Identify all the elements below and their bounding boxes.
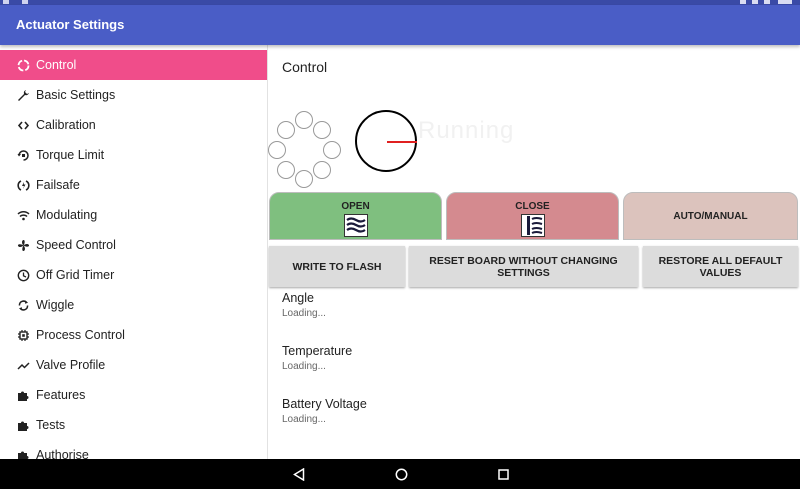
- sidebar-item-label: Off Grid Timer: [36, 268, 115, 282]
- open-button[interactable]: OPEN: [269, 192, 442, 240]
- sidebar-item-control[interactable]: Control: [0, 50, 267, 80]
- puzzle-icon: [16, 448, 30, 459]
- auto-manual-button-label: AUTO/MANUAL: [673, 211, 748, 222]
- sidebar-item-label: Features: [36, 388, 86, 402]
- battery-voltage-value: Loading...: [282, 414, 326, 425]
- sidebar-item-calibration[interactable]: Calibration: [0, 110, 267, 140]
- wifi-icon: [16, 208, 30, 222]
- puzzle-icon: [16, 388, 30, 402]
- sidebar-item-label: Modulating: [36, 208, 98, 222]
- sidebar-item-process-control[interactable]: Process Control: [0, 320, 267, 350]
- sidebar-item-label: Torque Limit: [36, 148, 105, 162]
- angle-label: Angle: [282, 291, 314, 305]
- restore-defaults-button[interactable]: RESTORE ALL DEFAULT VALUES: [643, 246, 798, 287]
- sidebar-item-label: Control: [36, 58, 77, 72]
- angle-gauge: [355, 110, 417, 172]
- write-to-flash-label: WRITE TO FLASH: [292, 260, 382, 273]
- angle-value: Loading...: [282, 308, 326, 319]
- sidebar-item-basic-settings[interactable]: Basic Settings: [0, 80, 267, 110]
- temperature-value: Loading...: [282, 361, 326, 372]
- status-watermark: Running: [418, 117, 515, 144]
- sidebar-item-failsafe[interactable]: Failsafe: [0, 170, 267, 200]
- sidebar-item-features[interactable]: Features: [0, 380, 267, 410]
- gauge-needle: [387, 141, 417, 143]
- battery-voltage-label: Battery Voltage: [282, 397, 367, 411]
- sidebar-item-modulating[interactable]: Modulating: [0, 200, 267, 230]
- sidebar-item-authorise[interactable]: Authorise: [0, 440, 267, 459]
- sidebar-item-label: Valve Profile: [36, 358, 106, 372]
- app-bar: Actuator Settings: [0, 5, 800, 45]
- spinner-dot: [323, 141, 341, 159]
- sync-icon: [16, 58, 30, 72]
- notification-icon: [3, 0, 9, 4]
- battery-icon: [764, 0, 770, 4]
- sidebar-item-label: Failsafe: [36, 178, 80, 192]
- sidebar-item-label: Process Control: [36, 328, 125, 342]
- wrench-icon: [16, 88, 30, 102]
- sidebar: Control Basic Settings Calibration Torqu…: [0, 45, 268, 459]
- app-title: Actuator Settings: [16, 17, 125, 32]
- notification-icon: [22, 0, 28, 4]
- clock-status-icon: [778, 0, 792, 4]
- valve-closed-icon: [520, 214, 545, 237]
- close-button[interactable]: CLOSE: [446, 192, 619, 240]
- failsafe-icon: [16, 178, 30, 192]
- back-icon[interactable]: [292, 467, 306, 481]
- spinner-dot: [277, 121, 295, 139]
- puzzle-icon: [16, 418, 30, 432]
- sidebar-item-label: Authorise: [36, 448, 89, 459]
- auto-manual-button[interactable]: AUTO/MANUAL: [623, 192, 798, 240]
- sidebar-item-valve-profile[interactable]: Valve Profile: [0, 350, 267, 380]
- valve-open-icon: [343, 214, 368, 237]
- sidebar-item-off-grid-timer[interactable]: Off Grid Timer: [0, 260, 267, 290]
- sidebar-item-label: Tests: [36, 418, 66, 432]
- temperature-label: Temperature: [282, 344, 353, 358]
- sidebar-item-label: Basic Settings: [36, 88, 116, 102]
- sidebar-item-tests[interactable]: Tests: [0, 410, 267, 440]
- sidebar-item-label: Calibration: [36, 118, 96, 132]
- write-to-flash-button[interactable]: WRITE TO FLASH: [269, 246, 405, 287]
- spinner-dot: [295, 111, 313, 129]
- spinner-dot: [268, 141, 286, 159]
- recents-icon[interactable]: [496, 467, 510, 481]
- trend-icon: [16, 358, 30, 372]
- spinner-dot: [313, 161, 331, 179]
- code-brackets-icon: [16, 118, 30, 132]
- home-icon[interactable]: [394, 467, 408, 481]
- spinner-dot: [295, 170, 313, 188]
- spinner-dot: [277, 161, 295, 179]
- close-button-label: CLOSE: [515, 201, 550, 212]
- page-title: Control: [282, 59, 328, 75]
- wifi-status-icon: [740, 0, 746, 4]
- refresh-icon: [16, 298, 30, 312]
- reset-board-button[interactable]: RESET BOARD WITHOUT CHANGING SETTINGS: [409, 246, 638, 287]
- clock-icon: [16, 268, 30, 282]
- chip-icon: [16, 328, 30, 342]
- rotate-icon: [16, 148, 30, 162]
- sidebar-item-label: Wiggle: [36, 298, 75, 312]
- signal-icon: [752, 0, 758, 4]
- fan-icon: [16, 238, 30, 252]
- sidebar-item-torque-limit[interactable]: Torque Limit: [0, 140, 267, 170]
- navigation-bar: [0, 459, 800, 489]
- sidebar-item-wiggle[interactable]: Wiggle: [0, 290, 267, 320]
- main-content: Control Running OPEN CLOSE AUTO/MANUAL W…: [268, 45, 800, 459]
- sidebar-item-label: Speed Control: [36, 238, 116, 252]
- spinner-dot: [313, 121, 331, 139]
- open-button-label: OPEN: [341, 201, 370, 212]
- reset-board-label: RESET BOARD WITHOUT CHANGING SETTINGS: [429, 254, 618, 279]
- restore-defaults-label: RESTORE ALL DEFAULT VALUES: [658, 254, 783, 279]
- sidebar-item-speed-control[interactable]: Speed Control: [0, 230, 267, 260]
